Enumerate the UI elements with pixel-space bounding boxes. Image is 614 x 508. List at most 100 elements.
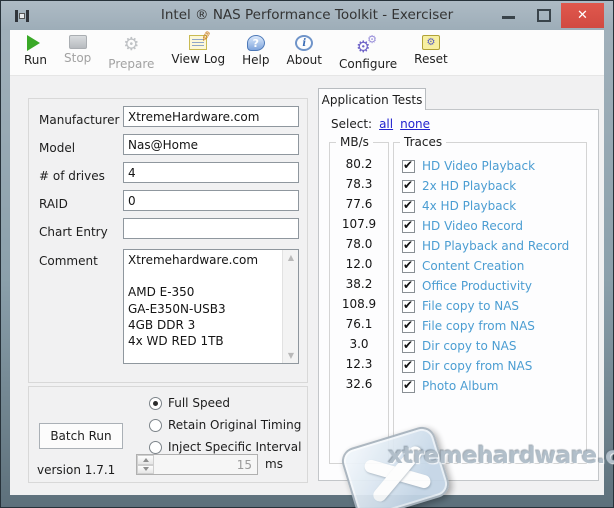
mbs-value: 108.9 [330, 297, 388, 315]
batch-run-button[interactable]: Batch Run [39, 423, 123, 449]
select-label: Select: [331, 117, 372, 131]
trace-checkbox[interactable] [402, 160, 415, 173]
toolbar-button-configure[interactable]: Configure [331, 33, 405, 73]
trace-label[interactable]: File copy from NAS [422, 319, 535, 333]
radio-label: Inject Specific Interval [168, 440, 301, 454]
field-row: Model [39, 137, 75, 159]
toolbar-button-label: Configure [339, 57, 397, 71]
title-bar: Intel ® NAS Performance Toolkit - Exerci… [1, 1, 613, 30]
scroll-down-icon[interactable]: ▼ [283, 348, 299, 363]
mbs-value: 32.6 [330, 377, 388, 395]
traces-groupbox: Traces HD Video Playback2x HD Playback4x… [393, 142, 587, 464]
watermark-text: xtremehardware.com [388, 443, 614, 469]
maximize-icon[interactable] [537, 9, 551, 22]
radio-button-icon[interactable] [149, 397, 162, 410]
trace-row: Dir copy from NAS [402, 357, 532, 375]
scroll-up-icon[interactable]: ▲ [283, 250, 299, 265]
trace-checkbox[interactable] [402, 200, 415, 213]
mbs-value: 12.3 [330, 357, 388, 375]
mbs-value: 77.6 [330, 197, 388, 215]
toolbar-button-prepare: Prepare [100, 33, 162, 73]
trace-checkbox[interactable] [402, 220, 415, 233]
toolbar: Run Stop Prepare View Log?HelpiAbout Configu… [10, 30, 604, 76]
traces-header: Traces [400, 135, 446, 149]
app-window: Intel ® NAS Performance Toolkit - Exerci… [0, 0, 614, 508]
toolbar-button-label: Run [24, 53, 47, 67]
toolbar-button-run[interactable]: Run [16, 33, 55, 69]
mbs-value: 80.2 [330, 157, 388, 175]
interval-unit-label: ms [265, 457, 283, 471]
toolbar-button-stop: Stop [56, 33, 99, 67]
field-row: Manufacturer [39, 109, 119, 131]
trace-label[interactable]: 4x HD Playback [422, 199, 516, 213]
batch-run-groupbox: Batch Run Full Speed Retain Original Timi… [28, 386, 308, 483]
trace-row: Photo Album [402, 377, 499, 395]
comment-label: Comment [39, 254, 98, 268]
field-label--of-drives: # of drives [39, 169, 105, 183]
field-row: # of drives [39, 165, 105, 187]
trace-label[interactable]: Office Productivity [422, 279, 532, 293]
toolbar-button-label: Prepare [108, 57, 154, 71]
toolbar-button-reset[interactable]: Reset [406, 33, 456, 68]
about-icon: i [295, 35, 313, 51]
trace-label[interactable]: File copy to NAS [422, 299, 519, 313]
trace-label[interactable]: Dir copy from NAS [422, 359, 532, 373]
toolbar-button-help[interactable]: ?Help [234, 33, 277, 69]
select-all-link[interactable]: all [379, 117, 393, 131]
application-tests-page: Select: all none MB/s 80.278.377.6107.97… [318, 109, 599, 481]
toolbar-button-about[interactable]: iAbout [279, 33, 330, 69]
trace-checkbox[interactable] [402, 280, 415, 293]
trace-label[interactable]: Photo Album [422, 379, 499, 393]
stop-icon [69, 35, 87, 49]
trace-checkbox[interactable] [402, 360, 415, 373]
toolbar-button-label: Reset [414, 52, 448, 66]
mbs-value: 38.2 [330, 277, 388, 295]
trace-label[interactable]: HD Playback and Record [422, 239, 569, 253]
trace-label[interactable]: HD Video Playback [422, 159, 535, 173]
radio-button-icon[interactable] [149, 441, 162, 454]
interval-input [154, 455, 257, 474]
comment-input[interactable]: Xtremehardware.com AMD E-350 GA-E350N-US… [124, 250, 282, 363]
-of-drives-input[interactable] [123, 162, 299, 183]
radio-button-icon[interactable] [149, 419, 162, 432]
version-label: version 1.7.1 [37, 463, 115, 477]
comment-scrollbar[interactable]: ▲ ▼ [282, 250, 298, 363]
trace-label[interactable]: 2x HD Playback [422, 179, 516, 193]
tab-application-tests[interactable]: Application Tests [318, 88, 426, 110]
mbs-header: MB/s [336, 135, 373, 149]
comment-box: Xtremehardware.com AMD E-350 GA-E350N-US… [123, 249, 299, 364]
trace-label[interactable]: Dir copy to NAS [422, 339, 516, 353]
interval-spinner [136, 454, 258, 475]
window-title: Intel ® NAS Performance Toolkit - Exerci… [1, 1, 613, 30]
raid-input[interactable] [123, 190, 299, 211]
nas-info-groupbox: ManufacturerModel# of drivesRAIDChart En… [28, 98, 308, 383]
close-icon[interactable]: ✕ [561, 3, 604, 28]
manufacturer-input[interactable] [123, 106, 299, 127]
chart-entry-input[interactable] [123, 218, 299, 239]
run-icon [27, 35, 45, 51]
radio-label: Full Speed [168, 396, 230, 410]
trace-label[interactable]: HD Video Record [422, 219, 523, 233]
radio-full-speed[interactable]: Full Speed [149, 395, 230, 411]
field-label-manufacturer: Manufacturer [39, 113, 119, 127]
trace-checkbox[interactable] [402, 300, 415, 313]
trace-checkbox[interactable] [402, 380, 415, 393]
select-none-link[interactable]: none [400, 117, 430, 131]
field-row: RAID [39, 193, 68, 215]
trace-checkbox[interactable] [402, 260, 415, 273]
minimize-icon[interactable] [502, 16, 515, 19]
mbs-value: 78.3 [330, 177, 388, 195]
spinner-down-icon [137, 465, 154, 475]
trace-checkbox[interactable] [402, 340, 415, 353]
toolbar-button-view-log[interactable]: View Log [163, 33, 233, 68]
model-input[interactable] [123, 134, 299, 155]
mbs-value: 76.1 [330, 317, 388, 335]
toolbar-button-label: Stop [64, 51, 91, 65]
trace-label[interactable]: Content Creation [422, 259, 524, 273]
trace-checkbox[interactable] [402, 240, 415, 253]
radio-inject-specific-interval[interactable]: Inject Specific Interval [149, 439, 301, 455]
trace-checkbox[interactable] [402, 320, 415, 333]
radio-retain-original-timing[interactable]: Retain Original Timing [149, 417, 301, 433]
trace-checkbox[interactable] [402, 180, 415, 193]
mbs-value: 12.0 [330, 257, 388, 275]
